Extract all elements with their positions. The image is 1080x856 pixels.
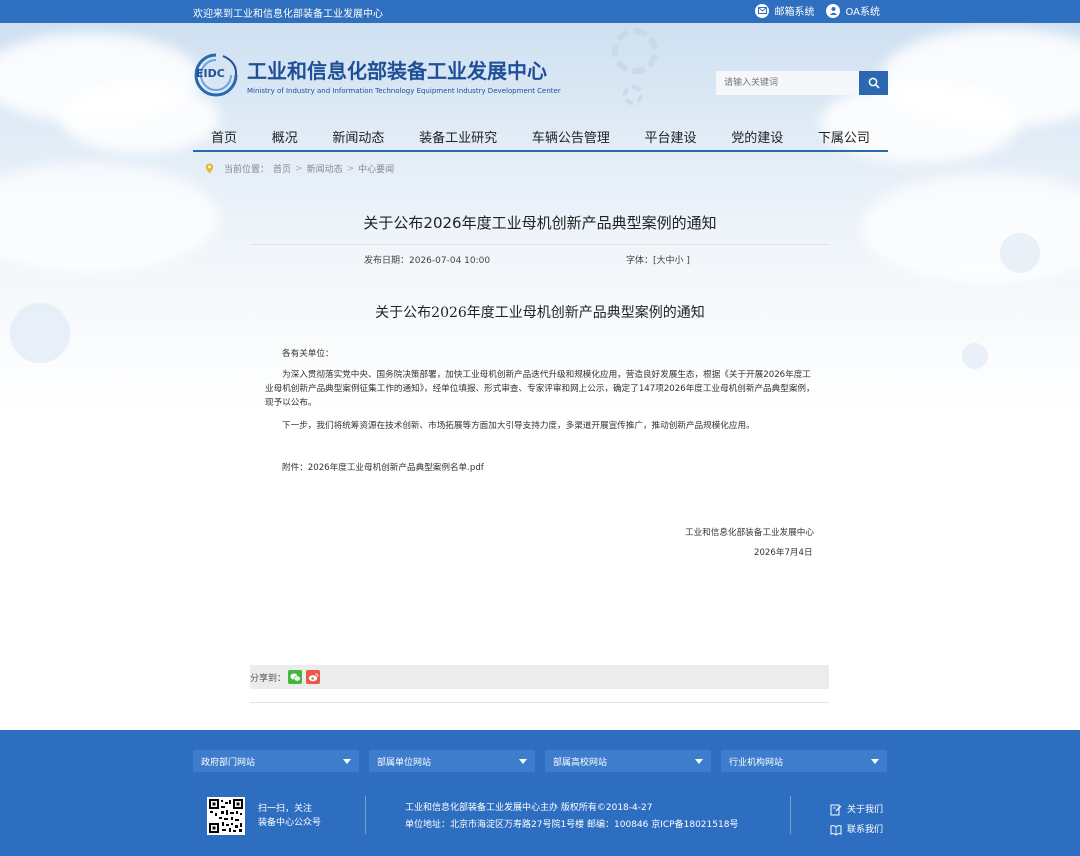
nav-item-vehicle[interactable]: 车辆公告管理 [532,127,610,146]
eidc-logo-icon: EIDC [193,52,239,98]
contact-book-icon [830,825,842,836]
weibo-share-icon[interactable] [306,670,321,684]
nav-item-party[interactable]: 党的建设 [731,127,783,146]
nav-item-platform[interactable]: 平台建设 [645,127,697,146]
site-logo[interactable]: EIDC 工业和信息化部装备工业发展中心 Ministry of Industr… [193,52,561,98]
title-divider [250,244,830,245]
breadcrumb-current[interactable]: 中心要闻 [358,162,394,175]
search-button[interactable] [859,71,888,95]
search-box [716,71,888,95]
universities-label: 部属高校网站 [553,757,608,768]
qr-caption-line1: 扫一扫，关注 [258,804,313,814]
contact-us-label: 联系我们 [847,825,884,835]
breadcrumb-home[interactable]: 首页 [273,162,291,175]
right-small-decoration-icon [962,343,988,369]
small-gear-decoration-icon [623,85,643,105]
paragraph-2: 下一步，我们将统筹资源在技术创新、市场拓展等方面加大引导支持力度，多渠道开展宣传… [282,421,755,431]
footer-info: 工业和信息化部装备工业发展中心主办 版权所有©2018-4-27 单位地址：北京… [405,800,738,834]
font-size-switcher[interactable]: 字体：[大中小 ] [626,253,690,266]
main-nav: 首页 概况 新闻动态 装备工业研究 车辆公告管理 平台建设 党的建设 下属公司 [193,123,888,152]
signature-date: 2026年7月4日 [754,548,813,558]
left-decoration-icon [10,303,70,363]
logo-name-en: Ministry of Industry and Information Tec… [247,87,561,95]
right-decoration-icon [1000,233,1040,273]
related-sites: 政府部门网站 部属单位网站 部属高校网站 行业机构网站 [193,750,887,772]
mail-icon [755,3,770,18]
signature-org: 工业和信息化部装备工业发展中心 [685,528,814,538]
chevron-down-icon [343,758,351,764]
chevron-down-icon [519,758,527,764]
nav-item-news[interactable]: 新闻动态 [332,127,384,146]
nav-item-subsidiaries[interactable]: 下属公司 [818,127,870,146]
gov-sites-select[interactable]: 政府部门网站 [193,750,359,772]
ministry-units-select[interactable]: 部属单位网站 [369,750,535,772]
top-bar: 欢迎来到工业和信息化部装备工业发展中心 邮箱系统 OA系统 [0,0,1080,23]
nav-item-overview[interactable]: 概况 [272,127,298,146]
about-us-label: 关于我们 [847,805,884,815]
footer-divider [790,796,791,834]
industry-orgs-select[interactable]: 行业机构网站 [721,750,887,772]
footer-links: 关于我们 联系我们 [830,800,883,840]
location-pin-icon [205,163,214,174]
edit-document-icon [830,804,842,816]
oa-icon [826,3,841,18]
oa-system-link[interactable]: OA系统 [826,3,880,18]
breadcrumb-news[interactable]: 新闻动态 [307,162,343,175]
wechat-qr-code [207,797,245,835]
gear-decoration-icon [612,28,658,74]
breadcrumb: 当前位置： 首页 > 新闻动态 > 中心要闻 [205,162,394,175]
chevron-down-icon [871,758,879,764]
logo-name-cn: 工业和信息化部装备工业发展中心 [247,59,547,83]
publish-date: 发布日期：2026-07-04 10:00 [364,256,491,266]
nav-item-research[interactable]: 装备工业研究 [419,127,497,146]
footer: 政府部门网站 部属单位网站 部属高校网站 行业机构网站 扫一扫，关注 装备中心公… [0,730,1080,856]
oa-system-label: OA系统 [845,7,880,18]
industry-orgs-label: 行业机构网站 [729,757,784,768]
share-divider [250,702,829,703]
paragraph-1: 为深入贯彻落实党中央、国务院决策部署，加快工业母机创新产品迭代升级和规模化应用，… [265,370,815,408]
contact-us-link[interactable]: 联系我们 [830,820,883,840]
about-us-link[interactable]: 关于我们 [830,800,883,820]
wechat-share-icon[interactable] [288,670,303,684]
copyright-text: 工业和信息化部装备工业发展中心主办 版权所有©2018-4-27 [405,803,653,813]
share-bar: 分享到： [250,665,829,689]
document-title: 关于公布2026年度工业母机创新产品典型案例的通知 [375,305,705,321]
qr-caption-line2: 装备中心公众号 [258,818,322,828]
article-title: 关于公布2026年度工业母机创新产品典型案例的通知 [363,214,717,232]
ministry-units-label: 部属单位网站 [377,757,432,768]
share-label: 分享到： [250,673,287,684]
mail-system-link[interactable]: 邮箱系统 [755,3,814,18]
breadcrumb-prefix: 当前位置： [224,165,270,175]
mail-system-label: 邮箱系统 [774,7,815,18]
top-links: 邮箱系统 OA系统 [747,3,880,18]
logo-mark-text: EIDC [196,67,225,80]
universities-select[interactable]: 部属高校网站 [545,750,711,772]
search-input[interactable] [716,71,859,95]
breadcrumb-separator: > [346,163,355,174]
footer-divider [365,796,366,834]
nav-item-home[interactable]: 首页 [211,127,237,146]
address-text: 单位地址：北京市海淀区万寿路27号院1号楼 邮编：100846 京ICP备180… [405,820,739,830]
search-icon [868,77,880,89]
breadcrumb-separator: > [295,163,303,174]
salutation: 各有关单位： [282,349,334,359]
gov-sites-label: 政府部门网站 [201,757,256,768]
qr-caption: 扫一扫，关注 装备中心公众号 [258,802,321,830]
attachment-link[interactable]: 附件：2026年度工业母机创新产品典型案例名单.pdf [265,461,817,475]
chevron-down-icon [695,758,703,764]
welcome-text: 欢迎来到工业和信息化部装备工业发展中心 [193,9,383,20]
